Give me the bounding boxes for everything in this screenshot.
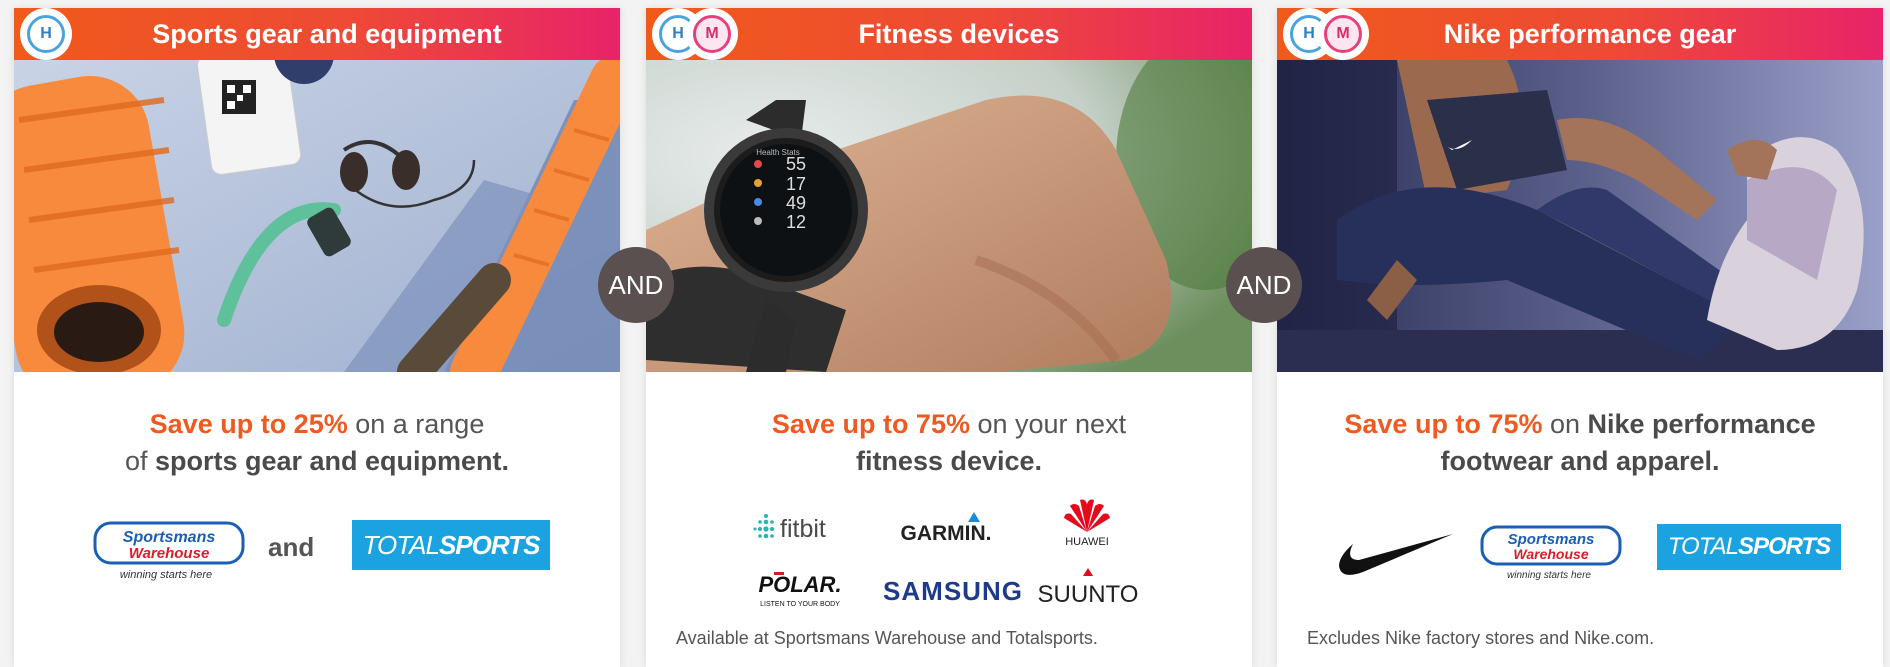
polar-logo: POLAR. LISTEN TO YOUR BODY bbox=[752, 570, 852, 610]
plan-badges: H bbox=[20, 8, 72, 60]
offer-description: Save up to 75% on your next fitness devi… bbox=[646, 406, 1252, 480]
svg-text:GARMIN.: GARMIN. bbox=[901, 522, 992, 544]
sports-gear-image bbox=[14, 60, 620, 372]
svg-text:winning starts here: winning starts here bbox=[120, 569, 212, 581]
svg-text:49: 49 bbox=[786, 193, 806, 213]
svg-text:Sportsmans: Sportsmans bbox=[123, 529, 216, 546]
svg-text:55: 55 bbox=[786, 154, 806, 174]
svg-text:winning starts here: winning starts here bbox=[1507, 570, 1591, 581]
offer-description: Save up to 75% on Nike performance footw… bbox=[1277, 406, 1883, 480]
offer-text: of bbox=[124, 446, 155, 476]
card-header: Sports gear and equipment bbox=[14, 8, 620, 60]
plan-badges: H M bbox=[1283, 8, 1369, 60]
sportsmans-warehouse-logo: Sportsmans Warehouse winning starts here bbox=[1479, 524, 1623, 582]
svg-text:SUUNTO: SUUNTO bbox=[1038, 581, 1139, 606]
availability-note: Available at Sportsmans Warehouse and To… bbox=[676, 628, 1098, 648]
offer-category: footwear and apparel. bbox=[1440, 446, 1720, 476]
svg-text:12: 12 bbox=[786, 212, 806, 232]
offer-card-fitness-devices[interactable]: Fitness devices H M Health Stats 55 17 4… bbox=[646, 8, 1252, 667]
m-badge-icon: M bbox=[693, 15, 731, 53]
m-badge-icon: M bbox=[1324, 15, 1362, 53]
sportsmans-warehouse-logo: Sportsmans Warehouse winning starts here bbox=[92, 520, 246, 582]
svg-text:LISTEN TO YOUR BODY: LISTEN TO YOUR BODY bbox=[760, 601, 840, 608]
svg-text:Warehouse: Warehouse bbox=[129, 545, 210, 562]
offer-text: on your next bbox=[969, 409, 1127, 439]
svg-text:POLAR.: POLAR. bbox=[758, 572, 841, 597]
offer-category: sports gear and equipment. bbox=[154, 446, 510, 476]
samsung-logo: SAMSUNG bbox=[878, 574, 1028, 606]
fitbit-logo: fitbit bbox=[752, 510, 852, 544]
and-connector-badge: AND bbox=[1226, 247, 1302, 323]
exclusion-note: Excludes Nike factory stores and Nike.co… bbox=[1307, 628, 1655, 648]
plan-badges: H M bbox=[652, 8, 738, 60]
offer-description: Save up to 25% on a range of sports gear… bbox=[14, 406, 620, 480]
offer-card-sports-gear[interactable]: Sports gear and equipment H Save up to 2… bbox=[14, 8, 620, 667]
offer-card-nike-performance[interactable]: Nike performance gear H M Save up to 75%… bbox=[1277, 8, 1883, 667]
discount-highlight: Save up to 25% bbox=[149, 409, 348, 439]
offer-category: fitness device. bbox=[855, 446, 1043, 476]
and-connector-text: and bbox=[268, 532, 315, 562]
discount-highlight: Save up to 75% bbox=[771, 409, 970, 439]
totalsports-logo: TOTAL SPORTS bbox=[352, 520, 550, 570]
nike-athlete-image bbox=[1277, 60, 1883, 372]
card-title: Sports gear and equipment bbox=[152, 18, 502, 49]
nike-swoosh-icon bbox=[1337, 530, 1455, 580]
h-badge-icon: H bbox=[27, 15, 65, 53]
svg-text:17: 17 bbox=[786, 174, 806, 194]
card-title: Nike performance gear bbox=[1443, 18, 1737, 49]
totalsports-logo: TOTAL SPORTS bbox=[1657, 524, 1841, 570]
card-title: Fitness devices bbox=[858, 18, 1060, 49]
svg-text:Warehouse: Warehouse bbox=[1513, 546, 1588, 562]
offer-text: on bbox=[1542, 409, 1588, 439]
fitness-device-image: Health Stats 55 17 49 12 bbox=[646, 60, 1252, 372]
offer-brand: Nike performance bbox=[1587, 409, 1816, 439]
suunto-logo: SUUNTO bbox=[1036, 564, 1146, 608]
svg-text:SAMSUNG: SAMSUNG bbox=[883, 576, 1023, 606]
offer-text: on a range bbox=[347, 409, 485, 439]
huawei-logo: HUAWEI bbox=[1052, 496, 1122, 548]
discount-highlight: Save up to 75% bbox=[1344, 409, 1543, 439]
garmin-logo: GARMIN. bbox=[896, 508, 1006, 545]
svg-text:fitbit: fitbit bbox=[780, 515, 826, 543]
svg-text:HUAWEI: HUAWEI bbox=[1065, 536, 1109, 548]
and-connector-badge: AND bbox=[598, 247, 674, 323]
